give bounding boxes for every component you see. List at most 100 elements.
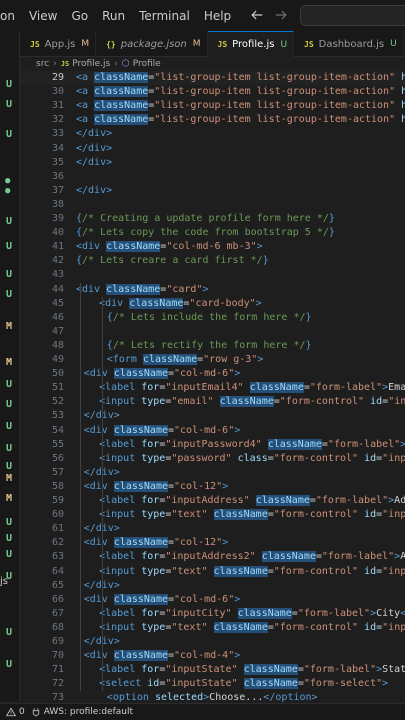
tab-label: Dashboard.js	[318, 38, 385, 50]
code-content: <option selected>Choose...</option>	[107, 691, 318, 703]
code-line[interactable]: 61</div>	[20, 522, 405, 536]
code-line[interactable]: 29 <a className="list-group-item list-gro…	[20, 71, 405, 85]
code-token: id	[364, 621, 377, 633]
code-content: <div className="col-md-4">	[84, 649, 241, 663]
line-number: 47	[51, 325, 64, 337]
code-token: "list-group-item list-group-item-action"	[154, 72, 396, 83]
code-line[interactable]: 72 <select id="inputState" className="for…	[20, 677, 405, 691]
code-line[interactable]: 52 <input type="email" className="form-co…	[20, 395, 405, 409]
code-line[interactable]: 73 <option selected>Choose...</option>	[20, 691, 405, 703]
code-line[interactable]: 49 <form className="row g-3">	[20, 353, 405, 367]
code-line[interactable]: 42 {/* Lets creare a card first */}	[20, 254, 405, 268]
code-token: >	[382, 678, 389, 690]
code-content: <label for="inputAddress" className="for…	[99, 494, 405, 508]
menu-item-go[interactable]: Go	[64, 9, 95, 23]
tab-dashboard-js[interactable]: JS Dashboard.js U	[294, 31, 404, 57]
code-token: <option	[106, 692, 155, 703]
code-token: >	[202, 283, 209, 295]
code-token: <label	[99, 664, 142, 676]
code-line[interactable]: 44 <div className="card">	[20, 283, 405, 297]
tab-package-json[interactable]: {} package.json M	[96, 31, 208, 57]
code-token: >	[234, 593, 241, 605]
code-line[interactable]: 47	[20, 325, 405, 339]
code-token: className	[213, 509, 268, 521]
code-line[interactable]: 55 <label for="inputPassword4" className=…	[20, 438, 405, 452]
code-token: <label	[99, 382, 142, 394]
menu-item-terminal[interactable]: Terminal	[132, 9, 197, 23]
code-line[interactable]: 30 <a className="list-group-item list-gro…	[20, 85, 405, 99]
line-number: 39	[51, 213, 64, 224]
code-line[interactable]: 38	[20, 198, 405, 212]
code-line[interactable]: 32 <a className="list-group-item list-gro…	[20, 113, 405, 127]
menu-item-run[interactable]: Run	[95, 9, 132, 23]
code-line[interactable]: 68 <input type="text" className="form-con…	[20, 621, 405, 635]
code-line[interactable]: 66 <div className="col-md-6">	[20, 593, 405, 607]
code-token: <div	[83, 593, 114, 605]
aws-profile-indicator[interactable]: AWS: profile:default	[31, 707, 133, 717]
code-token: >	[234, 650, 241, 662]
code-line[interactable]: 54 <div className="col-md-6">	[20, 424, 405, 438]
breadcrumb-file[interactable]: Profile.js	[72, 59, 110, 69]
code-line[interactable]: 37 </div>	[20, 184, 405, 198]
code-line[interactable]: 69</div>	[20, 635, 405, 649]
code-token: id	[147, 678, 160, 690]
code-line[interactable]: 64 <input type="text" className="form-con…	[20, 565, 405, 579]
line-number: 52	[51, 396, 64, 408]
code-line[interactable]: 48 {/* Lets rectify the form here */}	[20, 339, 405, 353]
forward-arrow-icon[interactable]	[274, 6, 288, 24]
code-line[interactable]: 50 <div className="col-md-6">	[20, 367, 405, 381]
code-line[interactable]: 60 <input type="text" className="form-con…	[20, 508, 405, 522]
code-line[interactable]: 40 {/* Lets copy the code from bootstrap …	[20, 226, 405, 240]
code-token: <div	[83, 480, 114, 492]
status-bar: 0 AWS: profile:default	[0, 703, 405, 720]
line-number: 44	[51, 283, 64, 295]
menu-item-selection[interactable]: on	[0, 9, 22, 23]
code-line[interactable]: 51 <label for="inputEmail4" className="fo…	[20, 381, 405, 395]
line-number: 51	[51, 382, 64, 394]
problems-indicator[interactable]: 0	[6, 707, 25, 717]
code-line[interactable]: 63 <label for="inputAddress2" className="…	[20, 550, 405, 564]
code-line[interactable]: 58 <div className="col-12">	[20, 480, 405, 494]
git-status-marker: U	[6, 517, 13, 528]
code-line[interactable]: 65</div>	[20, 579, 405, 593]
code-line[interactable]: 46 {/* Lets include the form here */}	[20, 311, 405, 325]
code-line[interactable]: 57</div>	[20, 466, 405, 480]
code-token: href	[401, 100, 405, 112]
code-line[interactable]: 34 </div>	[20, 142, 405, 156]
code-token: "form-label"	[297, 607, 371, 619]
code-line[interactable]: 31 <a className="list-group-item list-gro…	[20, 99, 405, 113]
code-line[interactable]: 71 <label for="inputState" className="for…	[20, 663, 405, 677]
breadcrumb-symbol[interactable]: Profile	[133, 59, 161, 69]
back-arrow-icon[interactable]	[250, 6, 264, 24]
command-center-search[interactable]	[300, 5, 405, 26]
code-token: <div	[99, 297, 130, 309]
code-line[interactable]: 67 <label for="inputCity" className="form…	[20, 607, 405, 621]
code-editor[interactable]: 29 <a className="list-group-item list-gro…	[20, 71, 405, 703]
menu-item-view[interactable]: View	[22, 9, 64, 23]
code-token: type	[141, 565, 166, 577]
breadcrumb-folder[interactable]: src	[36, 59, 49, 69]
code-line[interactable]: 56 <input type="password" class="form-con…	[20, 452, 405, 466]
line-number: 45	[51, 297, 64, 309]
git-status-marker: U	[6, 421, 13, 432]
git-status-marker: M	[6, 473, 13, 484]
code-content: <div className="col-12">	[83, 480, 228, 494]
code-line[interactable]: 33 </div>	[20, 127, 405, 141]
line-number: 42	[51, 255, 64, 267]
code-line[interactable]: 70 <div className="col-md-4">	[20, 649, 405, 663]
menu-item-help[interactable]: Help	[197, 9, 238, 23]
line-number: 69	[51, 636, 64, 647]
code-line[interactable]: 59 <label for="inputAddress" className="f…	[20, 494, 405, 508]
tab-app-js[interactable]: JS App.js M	[20, 31, 97, 57]
code-line[interactable]: 43	[20, 268, 405, 282]
code-line[interactable]: 35 </div>	[20, 156, 405, 170]
code-line[interactable]: 36	[20, 170, 405, 184]
code-line[interactable]: 62 <div className="col-12">	[20, 536, 405, 550]
code-line[interactable]: 39 {/* Creating a update profile form her…	[20, 212, 405, 226]
explorer-git-status-strip: U U U ● ● U U U U M M U U U U U M M U U U U U Ujs	[0, 31, 20, 701]
code-line[interactable]: 41 <div className="col-md-6 mb-3">	[20, 240, 405, 254]
tab-profile-js[interactable]: JS Profile.js U	[207, 31, 295, 57]
code-line[interactable]: 53</div>	[20, 409, 405, 423]
code-line[interactable]: 45 <div className="card-body">	[20, 297, 405, 311]
